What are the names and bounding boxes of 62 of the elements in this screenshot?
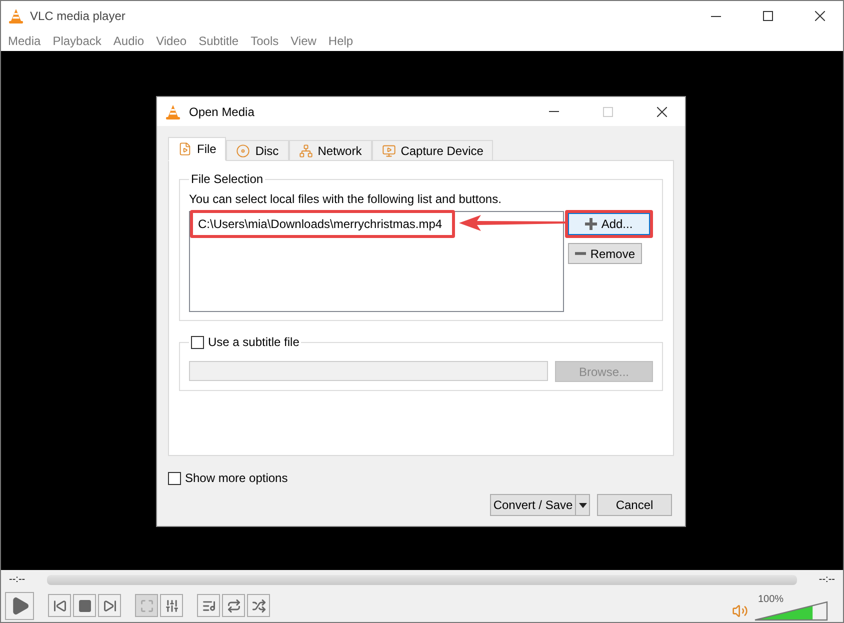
caret-icon [578,502,586,508]
loop-icon [226,598,240,612]
tab[interactable]: File [168,137,226,161]
network-icon [298,144,313,158]
checkbox[interactable] [191,336,204,348]
tab[interactable]: Network [288,140,372,161]
menu-item[interactable]: Playback [46,34,108,48]
vlc-cone-icon [165,104,181,120]
group-title: File Selection [190,172,264,186]
checkbox-label: Show more options [185,471,288,485]
dialog-title: Open Media [189,104,254,118]
menu-item[interactable]: Subtitle [192,34,245,48]
playlist-button[interactable] [197,594,220,617]
shuffle-button[interactable] [247,594,270,617]
menu-item[interactable]: View [284,34,322,48]
previous-button[interactable] [48,594,71,617]
menu-item[interactable]: Help [322,34,360,48]
play-button[interactable] [5,592,34,620]
menu-item[interactable]: Audio [107,34,150,48]
minus-icon [575,252,586,255]
close-icon [657,106,667,116]
elapsed-time: --:-- [9,574,26,585]
vlc-cone-icon [8,8,24,24]
capture-device-icon [382,144,396,158]
window-title: VLC media player [30,9,126,23]
add-button[interactable]: Add... [568,213,650,235]
tab[interactable]: Disc [226,140,289,161]
checkbox[interactable] [168,472,181,484]
close-icon [815,11,825,21]
equalizer-button[interactable] [160,594,183,617]
disc-icon [236,144,250,158]
playlist-icon [202,598,216,612]
maximize-icon [763,11,773,21]
file-path[interactable]: C:\Users\mia\Downloads\merrychristmas.mp4 [195,214,442,234]
cancel-button[interactable]: Cancel [597,494,672,516]
next-button[interactable] [98,594,121,617]
speaker-icon [732,602,748,618]
plus-icon [585,218,598,230]
previous-icon [52,598,66,612]
loop-button[interactable] [222,594,245,617]
tab[interactable]: Capture Device [372,140,494,161]
remaining-time: --:-- [818,574,835,585]
volume-reading: 100% [758,594,784,604]
stop-button[interactable] [73,594,96,617]
shuffle-icon [252,598,266,612]
dropdown-button[interactable] [576,494,590,516]
menu-item[interactable]: Tools [244,34,285,48]
maximize-icon [603,106,613,116]
remove-button[interactable]: Remove [568,243,642,264]
hint-text: You can select local files with the following list and buttons. [189,192,502,206]
next-icon [102,598,116,612]
checkbox-label: Use a subtitle file [208,335,300,349]
menu-item[interactable]: Video [150,34,193,48]
menu-item[interactable]: Media [2,34,47,48]
convert-save-button[interactable]: Convert / Save [490,494,576,516]
equalizer-icon [164,598,178,612]
stop-icon [78,598,92,612]
minimize-icon [549,111,559,112]
file-list[interactable]: C:\Users\mia\Downloads\merrychristmas.mp4 [189,211,564,312]
volume-slider[interactable] [754,600,828,620]
file-icon [178,142,192,156]
fullscreen-icon [140,598,154,612]
